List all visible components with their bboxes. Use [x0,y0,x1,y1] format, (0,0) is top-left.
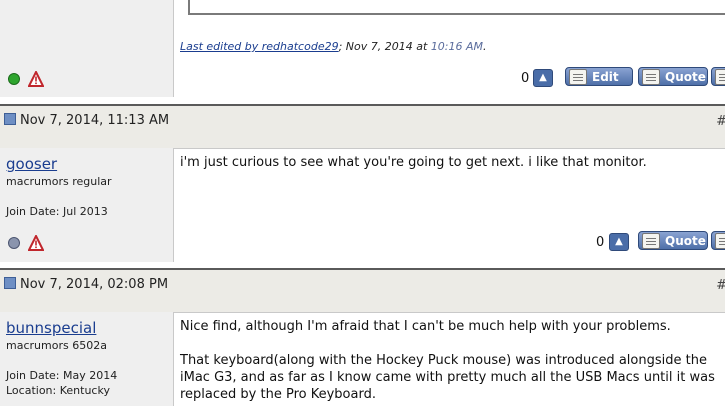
edit-button-label: Edit [592,70,619,84]
edit-date: ; Nov 7, 2014 at [338,40,428,53]
quote-icon [642,69,660,85]
post3-rank: macrumors 6502a [6,339,107,352]
post2-username[interactable]: gooser [6,155,57,173]
quote-button[interactable]: Quote [638,67,708,86]
post2-header: Nov 7, 2014, 11:13 AM # [0,104,725,149]
post3-join-date: Join Date: May 2014 [6,369,118,382]
post-icon [4,277,16,289]
edit-note: Last edited by redhatcode29; Nov 7, 2014… [180,40,487,53]
online-status-icon [8,73,20,85]
post3-username[interactable]: bunnspecial [6,319,96,337]
offline-status-icon [8,237,20,249]
report-post-icon[interactable] [28,71,44,87]
post2-join-date: Join Date: Jul 2013 [6,205,108,218]
post3-message-paragraph2: That keyboard(along with the Hockey Puck… [180,353,715,402]
post2-number[interactable]: # [716,114,725,129]
multiquote-icon [715,69,725,85]
multiquote-button[interactable] [711,231,725,250]
quoted-image-frame [188,0,725,15]
post3-date: Nov 7, 2014, 02:08 PM [4,276,174,293]
post3-location: Location: Kentucky [6,384,110,397]
edit-icon [569,69,587,85]
post3-number[interactable]: # [716,278,725,293]
post2-date: Nov 7, 2014, 11:13 AM [4,112,174,129]
report-post-icon[interactable] [28,235,44,251]
post2-message: i'm just curious to see what you're goin… [180,155,647,170]
like-count: 0 [521,71,530,86]
edit-time: 10:16 AM [430,40,484,53]
arrow-up-icon: ▲ [539,72,547,83]
post3-header: Nov 7, 2014, 02:08 PM # [0,268,725,313]
edit-button[interactable]: Edit [565,67,633,86]
like-button[interactable]: ▲ [533,69,553,87]
edit-suffix: . [483,40,487,53]
quote-button-label: Quote [665,70,706,84]
arrow-up-icon: ▲ [615,236,623,247]
post-icon [4,113,16,125]
post3-message-line1: Nice find, although I'm afraid that I ca… [180,319,671,334]
post1-sidebar [0,0,174,97]
quote-icon [642,233,660,249]
quote-button-label: Quote [665,234,706,248]
quote-button[interactable]: Quote [638,231,708,250]
post2-rank: macrumors regular [6,175,112,188]
edited-by-link[interactable]: Last edited by redhatcode29 [180,40,339,53]
like-button[interactable]: ▲ [609,233,629,251]
multiquote-icon [715,233,725,249]
like-count: 0 [596,235,605,250]
multiquote-button[interactable] [711,67,725,86]
